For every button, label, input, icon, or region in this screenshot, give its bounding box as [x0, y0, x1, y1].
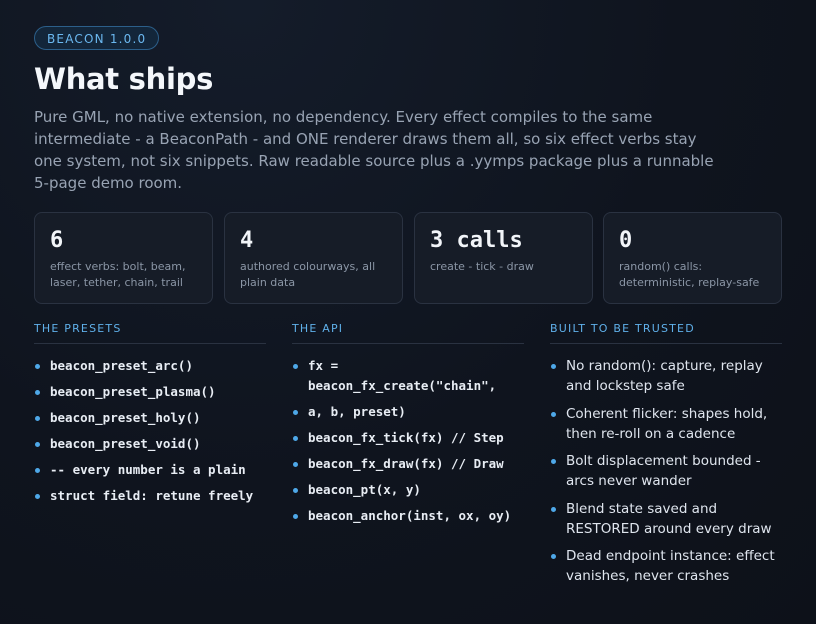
trusted-list: No random(): capture, replay and lockste…: [550, 356, 782, 586]
list-item: Coherent flicker: shapes hold, then re-r…: [550, 404, 782, 444]
list-item: beacon_preset_void(): [34, 434, 266, 454]
api-heading: THE API: [292, 322, 524, 344]
list-item: beacon_fx_draw(fx) // Draw: [292, 454, 524, 474]
page-title: What ships: [34, 62, 214, 96]
stat-card-random-calls: 0 random() calls: deterministic, replay-…: [603, 212, 782, 304]
api-list: fx = beacon_fx_create("chain", a, b, pre…: [292, 356, 524, 526]
stat-card-calls: 3 calls create - tick - draw: [414, 212, 593, 304]
api-column: THE API fx = beacon_fx_create("chain", a…: [292, 322, 524, 532]
presets-list: beacon_preset_arc() beacon_preset_plasma…: [34, 356, 266, 506]
stat-card-effect-verbs: 6 effect verbs: bolt, beam, laser, tethe…: [34, 212, 213, 304]
list-item: fx = beacon_fx_create("chain",: [292, 356, 524, 396]
stat-card-colourways: 4 authored colourways, all plain data: [224, 212, 403, 304]
list-item: a, b, preset): [292, 402, 524, 422]
list-item: beacon_fx_tick(fx) // Step: [292, 428, 524, 448]
list-item: Dead endpoint instance: effect vanishes,…: [550, 546, 782, 586]
list-item: beacon_preset_arc(): [34, 356, 266, 376]
presets-column: THE PRESETS beacon_preset_arc() beacon_p…: [34, 322, 266, 512]
list-item: -- every number is a plain: [34, 460, 266, 480]
list-item: beacon_pt(x, y): [292, 480, 524, 500]
stat-label: create - tick - draw: [430, 260, 534, 273]
list-item: beacon_preset_holy(): [34, 408, 266, 428]
trusted-heading: BUILT TO BE TRUSTED: [550, 322, 782, 344]
stat-label: effect verbs: bolt, beam, laser, tether,…: [50, 260, 186, 289]
list-item: No random(): capture, replay and lockste…: [550, 356, 782, 396]
stat-value: 4: [240, 228, 254, 253]
stat-value: 3 calls: [430, 228, 523, 253]
stat-value: 0: [619, 228, 633, 253]
trusted-column: BUILT TO BE TRUSTED No random(): capture…: [550, 322, 782, 594]
intro-paragraph: Pure GML, no native extension, no depend…: [34, 108, 714, 192]
stat-value: 6: [50, 228, 64, 253]
list-item: struct field: retune freely: [34, 486, 266, 506]
stat-label: authored colourways, all plain data: [240, 260, 376, 289]
list-item: beacon_anchor(inst, ox, oy): [292, 506, 524, 526]
list-item: Blend state saved and RESTORED around ev…: [550, 499, 782, 539]
presets-heading: THE PRESETS: [34, 322, 266, 344]
stat-label: random() calls: deterministic, replay-sa…: [619, 260, 760, 289]
version-badge: BEACON 1.0.0: [34, 26, 160, 50]
list-item: beacon_preset_plasma(): [34, 382, 266, 402]
list-item: Bolt displacement bounded - arcs never w…: [550, 451, 782, 491]
